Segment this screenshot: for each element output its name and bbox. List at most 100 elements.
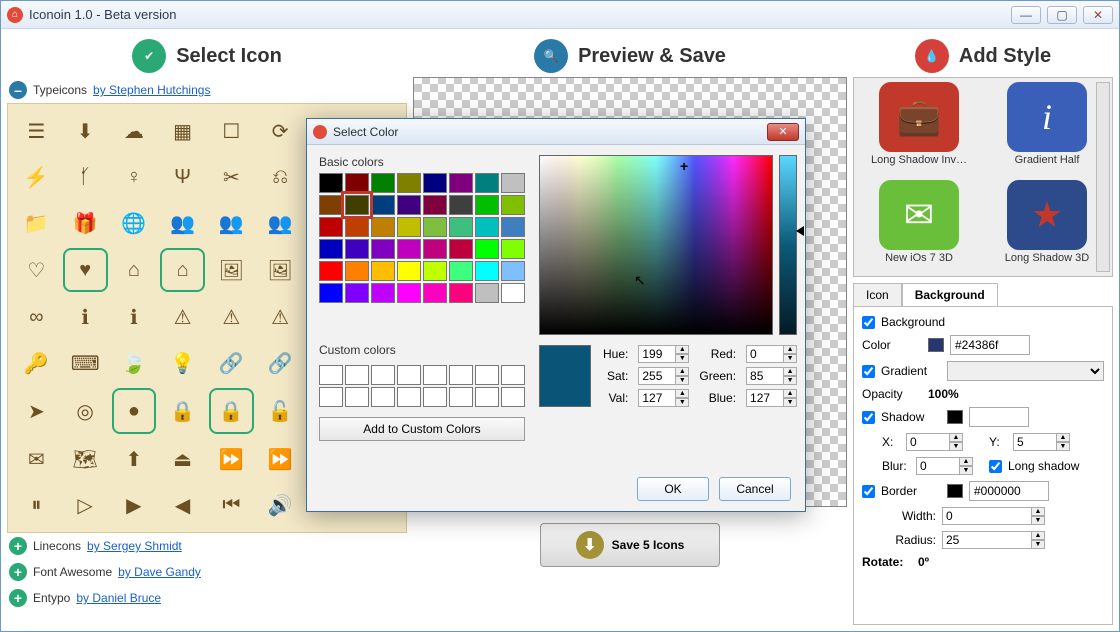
expand-icon[interactable]: +: [9, 589, 27, 607]
expand-icon[interactable]: +: [9, 563, 27, 581]
basic-color-swatch[interactable]: [449, 261, 473, 281]
basic-color-swatch[interactable]: [501, 173, 525, 193]
blue-input[interactable]: [746, 389, 784, 407]
basic-color-swatch[interactable]: [319, 217, 343, 237]
green-input[interactable]: [746, 367, 784, 385]
basic-color-swatch[interactable]: [371, 283, 395, 303]
iconset-fontawesome[interactable]: +Font Awesomeby Dave Gandy: [7, 559, 407, 585]
iconset-entypo[interactable]: +Entypoby Daniel Bruce: [7, 585, 407, 611]
save-button[interactable]: ⬇ Save 5 Icons: [540, 523, 720, 567]
basic-color-swatch[interactable]: [371, 173, 395, 193]
basic-color-swatch[interactable]: [475, 261, 499, 281]
basic-color-swatch[interactable]: [345, 173, 369, 193]
sat-input[interactable]: [638, 367, 676, 385]
basic-color-swatch[interactable]: [423, 195, 447, 215]
background-checkbox[interactable]: [862, 316, 875, 329]
border-width-input[interactable]: [942, 507, 1032, 525]
basic-colors-grid[interactable]: [319, 173, 525, 303]
basic-color-swatch[interactable]: [475, 283, 499, 303]
shadow-checkbox[interactable]: [862, 411, 875, 424]
basic-color-swatch[interactable]: [475, 217, 499, 237]
bg-color-input[interactable]: [950, 335, 1030, 355]
hue-input[interactable]: [638, 345, 676, 363]
basic-color-swatch[interactable]: [501, 195, 525, 215]
basic-color-swatch[interactable]: [319, 195, 343, 215]
lock-fill-icon[interactable]: 🔒: [209, 388, 254, 434]
border-color-swatch[interactable]: [947, 484, 963, 498]
collapse-icon[interactable]: –: [9, 81, 27, 99]
iconset-linecons[interactable]: +Lineconsby Sergey Shmidt: [7, 533, 407, 559]
basic-color-swatch[interactable]: [449, 239, 473, 259]
shadow-color-input[interactable]: [969, 407, 1029, 427]
red-input[interactable]: [746, 345, 784, 363]
border-checkbox[interactable]: [862, 485, 875, 498]
basic-color-swatch[interactable]: [475, 173, 499, 193]
basic-color-swatch[interactable]: [397, 283, 421, 303]
preset-long-shadow-3d[interactable]: ★Long Shadow 3D: [986, 180, 1108, 272]
iconset-typeicons[interactable]: – Typeicons by Stephen Hutchings: [7, 77, 407, 103]
preset-gradient-half[interactable]: iGradient Half: [986, 82, 1108, 174]
basic-color-swatch[interactable]: [501, 239, 525, 259]
basic-color-swatch[interactable]: [371, 195, 395, 215]
hue-slider[interactable]: [779, 155, 797, 335]
basic-color-swatch[interactable]: [423, 173, 447, 193]
basic-color-swatch[interactable]: [449, 173, 473, 193]
basic-color-swatch[interactable]: [371, 261, 395, 281]
custom-colors-grid[interactable]: [319, 365, 525, 407]
rotate-value[interactable]: 0º: [918, 555, 929, 569]
basic-color-swatch[interactable]: [423, 261, 447, 281]
close-button[interactable]: ✕: [1083, 6, 1113, 24]
basic-color-swatch[interactable]: [345, 283, 369, 303]
basic-color-swatch[interactable]: [319, 283, 343, 303]
basic-color-swatch[interactable]: [423, 217, 447, 237]
add-to-custom-button[interactable]: Add to Custom Colors: [319, 417, 525, 441]
long-shadow-checkbox[interactable]: [989, 460, 1002, 473]
basic-color-swatch[interactable]: [397, 261, 421, 281]
expand-icon[interactable]: +: [9, 537, 27, 555]
cancel-button[interactable]: Cancel: [719, 477, 791, 501]
basic-color-swatch[interactable]: [397, 239, 421, 259]
basic-color-swatch[interactable]: [423, 239, 447, 259]
basic-color-swatch[interactable]: [449, 195, 473, 215]
tab-background[interactable]: Background: [902, 283, 998, 306]
basic-color-swatch[interactable]: [319, 173, 343, 193]
border-radius-input[interactable]: [942, 531, 1032, 549]
basic-color-swatch[interactable]: [501, 261, 525, 281]
blur-input[interactable]: [916, 457, 960, 475]
basic-color-swatch[interactable]: [449, 283, 473, 303]
preset-scrollbar[interactable]: [1096, 82, 1110, 272]
pin-fill-icon[interactable]: ●: [112, 388, 157, 434]
opacity-value[interactable]: 100%: [928, 387, 959, 401]
basic-color-swatch[interactable]: [475, 195, 499, 215]
basic-color-swatch[interactable]: [345, 261, 369, 281]
basic-color-swatch[interactable]: [319, 261, 343, 281]
basic-color-swatch[interactable]: [397, 195, 421, 215]
tab-icon[interactable]: Icon: [853, 283, 902, 306]
basic-color-swatch[interactable]: [319, 239, 343, 259]
home-fill-icon[interactable]: ⌂: [160, 248, 205, 292]
gradient-select[interactable]: [947, 361, 1104, 381]
dialog-close-button[interactable]: ✕: [767, 123, 799, 141]
bg-color-swatch[interactable]: [928, 338, 944, 352]
basic-color-swatch[interactable]: [449, 217, 473, 237]
basic-color-swatch[interactable]: [397, 173, 421, 193]
basic-color-swatch[interactable]: [371, 239, 395, 259]
val-input[interactable]: [638, 389, 676, 407]
basic-color-swatch[interactable]: [423, 283, 447, 303]
sv-picker[interactable]: +: [539, 155, 773, 335]
basic-color-swatch[interactable]: [397, 217, 421, 237]
border-color-input[interactable]: [969, 481, 1049, 501]
basic-color-swatch[interactable]: [501, 217, 525, 237]
shadow-x-input[interactable]: [906, 433, 950, 451]
heart-fill-icon[interactable]: ♥: [63, 248, 108, 292]
maximize-button[interactable]: ▢: [1047, 6, 1077, 24]
shadow-color-swatch[interactable]: [947, 410, 963, 424]
basic-color-swatch[interactable]: [475, 239, 499, 259]
basic-color-swatch[interactable]: [501, 283, 525, 303]
basic-color-swatch[interactable]: [345, 239, 369, 259]
preset-ios7-3d[interactable]: ✉New iOs 7 3D: [858, 180, 980, 272]
minimize-button[interactable]: —: [1011, 6, 1041, 24]
author-link[interactable]: by Stephen Hutchings: [93, 83, 210, 97]
gradient-checkbox[interactable]: [862, 365, 875, 378]
preset-long-shadow-inv[interactable]: 💼Long Shadow Inv…: [858, 82, 980, 174]
